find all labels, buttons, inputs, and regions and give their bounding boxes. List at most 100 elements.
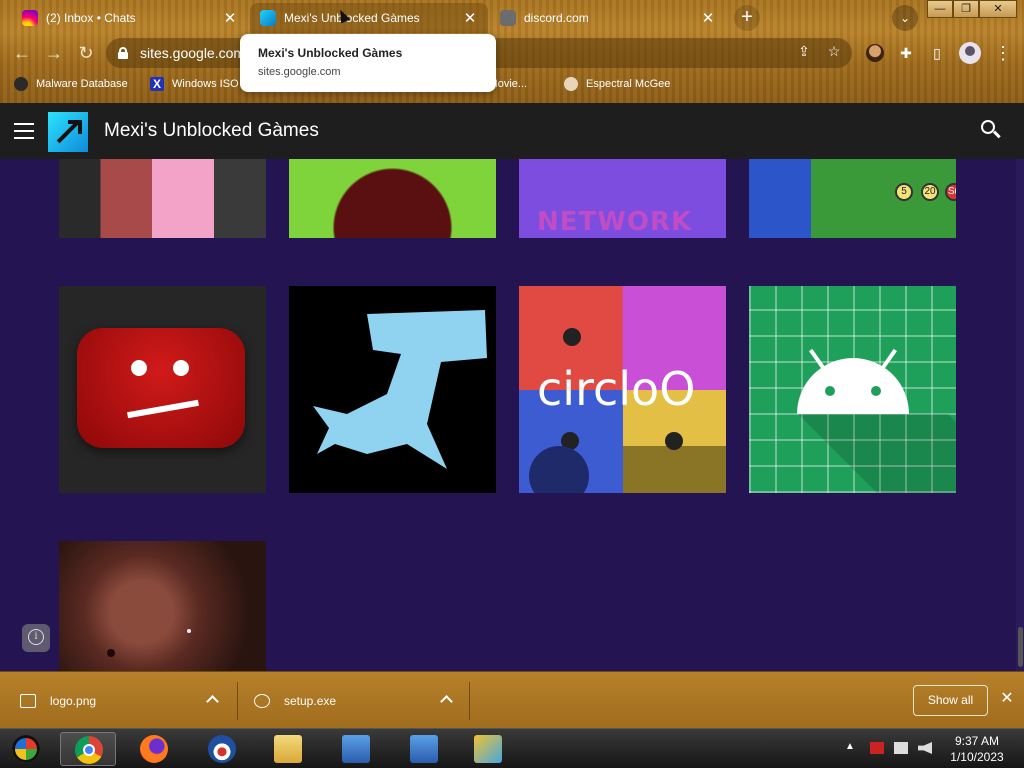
lock-icon[interactable] <box>118 47 128 59</box>
taskbar-program-1[interactable] <box>328 732 384 766</box>
sad-youtube-thumbnail[interactable] <box>59 286 266 493</box>
venus-flytrap-thumbnail[interactable] <box>289 159 496 238</box>
tab-strip: (2) Inbox • Chats ✕ Mexi's Unblocked Gàm… <box>0 0 1024 35</box>
show-all-button[interactable]: Show all <box>913 685 988 716</box>
circloo-thumbnail[interactable]: circloO <box>519 286 726 493</box>
windows-orb-icon <box>12 735 40 763</box>
tab-discord[interactable]: discord.com ✕ <box>490 3 726 33</box>
android-logo-icon <box>797 348 909 414</box>
action-center-flag-icon[interactable] <box>870 742 884 754</box>
games-grid: NETWORK 5 20 Su circloO <box>0 159 1024 671</box>
taskbar-network-program[interactable] <box>460 732 516 766</box>
hamburger-menu-icon[interactable] <box>14 123 34 139</box>
bookmark-favicon-icon <box>14 77 28 91</box>
clock-date: 1/10/2023 <box>950 750 1004 764</box>
kebab-menu-icon[interactable]: ⋮ <box>994 44 1012 62</box>
site-title[interactable]: Mexi's Unblocked Gàmes <box>104 120 319 142</box>
pickaxe-logo-icon <box>260 10 276 26</box>
back-arrow-icon[interactable]: ← <box>8 39 36 67</box>
tab-search-button[interactable]: ⌄ <box>892 5 918 31</box>
volume-icon[interactable] <box>918 742 932 754</box>
info-icon[interactable] <box>22 624 50 652</box>
extensions-puzzle-icon[interactable]: ✚ <box>897 44 915 62</box>
shark-icon <box>313 310 487 469</box>
bookmark-windows-iso[interactable]: X Windows ISO <box>150 75 239 93</box>
chrome-icon <box>75 736 103 764</box>
system-clock[interactable]: 9:37 AM 1/10/2023 <box>944 733 1010 765</box>
bookmark-espectral-mcgee[interactable]: Espectral McGee <box>564 75 670 93</box>
download-item-setup[interactable]: setup.exe <box>254 672 470 729</box>
computer-program-icon <box>410 735 438 763</box>
sad-youtube-logo-icon <box>77 328 245 448</box>
forward-arrow-icon[interactable]: → <box>40 39 68 67</box>
taskbar-program-2[interactable] <box>396 732 452 766</box>
network-thumbnail[interactable]: NETWORK <box>519 159 726 238</box>
browser-toolbar: ← → ↻ sites.google.com ⇪ ☆ ✚ ▯ ⋮ <box>0 35 1024 71</box>
minimize-button[interactable]: — <box>927 0 953 18</box>
reload-icon[interactable]: ↻ <box>72 39 100 67</box>
chevron-up-icon[interactable] <box>440 695 452 703</box>
roblox-characters-thumbnail[interactable] <box>59 159 266 238</box>
tab-mexis-games[interactable]: Mexi's Unblocked Gàmes ✕ <box>250 3 488 33</box>
bookmark-label: Espectral McGee <box>586 78 671 90</box>
avatar-favicon-icon <box>564 77 578 91</box>
page-scrollbar[interactable] <box>1016 159 1024 671</box>
face-thumbnail[interactable] <box>59 541 266 671</box>
circloo-title: circloO <box>537 362 696 416</box>
start-button[interactable] <box>0 732 54 766</box>
tab-title: discord.com <box>524 11 589 25</box>
instagram-icon <box>22 10 38 26</box>
share-icon[interactable]: ⇪ <box>796 43 812 59</box>
browser-chrome: (2) Inbox • Chats ✕ Mexi's Unblocked Gàm… <box>0 0 1024 103</box>
pickaxe-logo-icon[interactable] <box>48 112 88 152</box>
bookmarks-bar: Malware Database X Windows ISO x Movie..… <box>0 71 1024 97</box>
taskbar-explorer[interactable] <box>260 732 316 766</box>
tooltip-url: sites.google.com <box>258 66 341 78</box>
x-logo-icon: X <box>150 77 164 91</box>
new-tab-button[interactable]: + <box>734 5 760 31</box>
hammerhead-shark-thumbnail[interactable] <box>289 286 496 493</box>
clock-time: 9:37 AM <box>954 734 1000 748</box>
image-file-icon <box>20 693 36 708</box>
profile-icon[interactable] <box>959 42 981 64</box>
network-icon[interactable] <box>894 742 908 754</box>
map-game-thumbnail[interactable]: 5 20 Su <box>749 159 956 238</box>
folder-icon <box>274 735 302 763</box>
close-icon[interactable]: ✕ <box>999 691 1015 707</box>
map-badge: 5 <box>895 183 913 201</box>
tab-close-icon[interactable]: ✕ <box>462 9 478 27</box>
tab-title: Mexi's Unblocked Gàmes <box>284 11 420 25</box>
obama-logo-icon <box>208 735 236 763</box>
map-badge: Su <box>945 183 956 201</box>
android-thumbnail[interactable] <box>749 286 956 493</box>
taskbar-obama[interactable] <box>194 732 250 766</box>
bookmark-label: Malware Database <box>36 78 128 90</box>
computer-program-icon <box>342 735 370 763</box>
bookmark-malware-database[interactable]: Malware Database <box>14 75 128 93</box>
windows-taskbar: ▲ 9:37 AM 1/10/2023 <box>0 728 1024 768</box>
taskbar-firefox[interactable] <box>126 732 182 766</box>
side-panel-icon[interactable]: ▯ <box>928 44 946 62</box>
tab-inbox[interactable]: (2) Inbox • Chats ✕ <box>12 3 248 33</box>
download-filename: logo.png <box>50 693 97 708</box>
site-header: Mexi's Unblocked Gàmes <box>0 103 1024 159</box>
download-item-logo[interactable]: logo.png <box>20 672 236 729</box>
taskbar-chrome[interactable] <box>60 732 116 766</box>
maximize-button[interactable]: ❐ <box>953 0 979 18</box>
map-badge: 20 <box>921 183 939 201</box>
network-program-icon <box>474 735 502 763</box>
tab-close-icon[interactable]: ✕ <box>222 9 238 27</box>
chevron-up-icon[interactable] <box>206 695 218 703</box>
extension-avatar-icon[interactable] <box>866 44 884 62</box>
discord-icon <box>500 10 516 26</box>
tab-hover-tooltip: Mexi's Unblocked Gàmes sites.google.com <box>240 34 496 92</box>
setup-file-icon <box>254 693 270 708</box>
tray-expand-icon[interactable]: ▲ <box>845 741 855 752</box>
bookmark-star-icon[interactable]: ☆ <box>826 43 842 59</box>
search-icon[interactable] <box>981 120 1001 140</box>
download-shelf: logo.png setup.exe Show all ✕ <box>0 671 1024 728</box>
tooltip-title: Mexi's Unblocked Gàmes <box>258 46 403 60</box>
close-window-button[interactable]: ✕ <box>979 0 1017 18</box>
tab-title: (2) Inbox • Chats <box>46 11 136 25</box>
tab-close-icon[interactable]: ✕ <box>700 9 716 27</box>
